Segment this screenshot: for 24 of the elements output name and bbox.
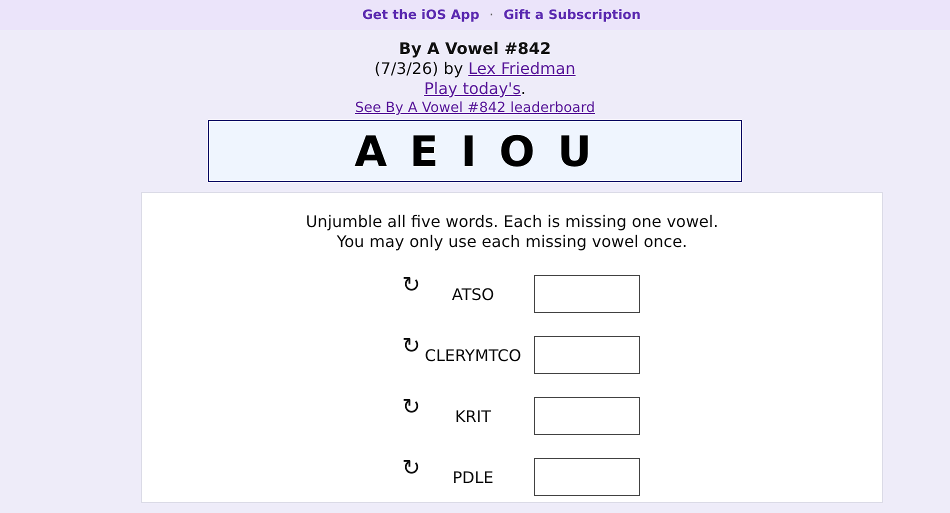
shuffle-button[interactable]: ↻ [402, 456, 420, 481]
play-link[interactable]: Play today's [424, 79, 521, 98]
vowel-banner: A E I O U [208, 120, 742, 182]
author-link[interactable]: Lex Friedman [468, 59, 576, 78]
answer-field[interactable] [534, 275, 640, 313]
date-byline: (7/3/26) by [374, 59, 464, 78]
jumbled-word: ATSO [450, 284, 496, 304]
instruction-text: You may only use each missing vowel once. [336, 232, 688, 252]
separator: · [488, 8, 495, 22]
shuffle-button[interactable]: ↻ [402, 273, 420, 298]
jumbled-word: CLERYMTCO [424, 346, 522, 364]
leaderboard-link[interactable]: See By A Vowel #842 leaderboard [354, 99, 596, 117]
shuffle-button[interactable]: ↻ [402, 334, 420, 359]
puzzle-title: By A Vowel #842 [398, 39, 552, 59]
top-link[interactable]: Get the iOS App [362, 8, 480, 22]
period: . [520, 79, 526, 98]
jumbled-word: KRIT [454, 406, 492, 426]
shuffle-button[interactable]: ↻ [402, 395, 420, 420]
answer-field[interactable] [534, 458, 640, 496]
jumbled-word: PDLE [452, 468, 494, 486]
answer-field[interactable] [534, 336, 640, 374]
instruction-text: Unjumble all five words. Each is missing one vowel. [306, 212, 718, 232]
answer-field[interactable] [534, 397, 640, 435]
top-link[interactable]: Gift a Subscription [504, 8, 641, 22]
